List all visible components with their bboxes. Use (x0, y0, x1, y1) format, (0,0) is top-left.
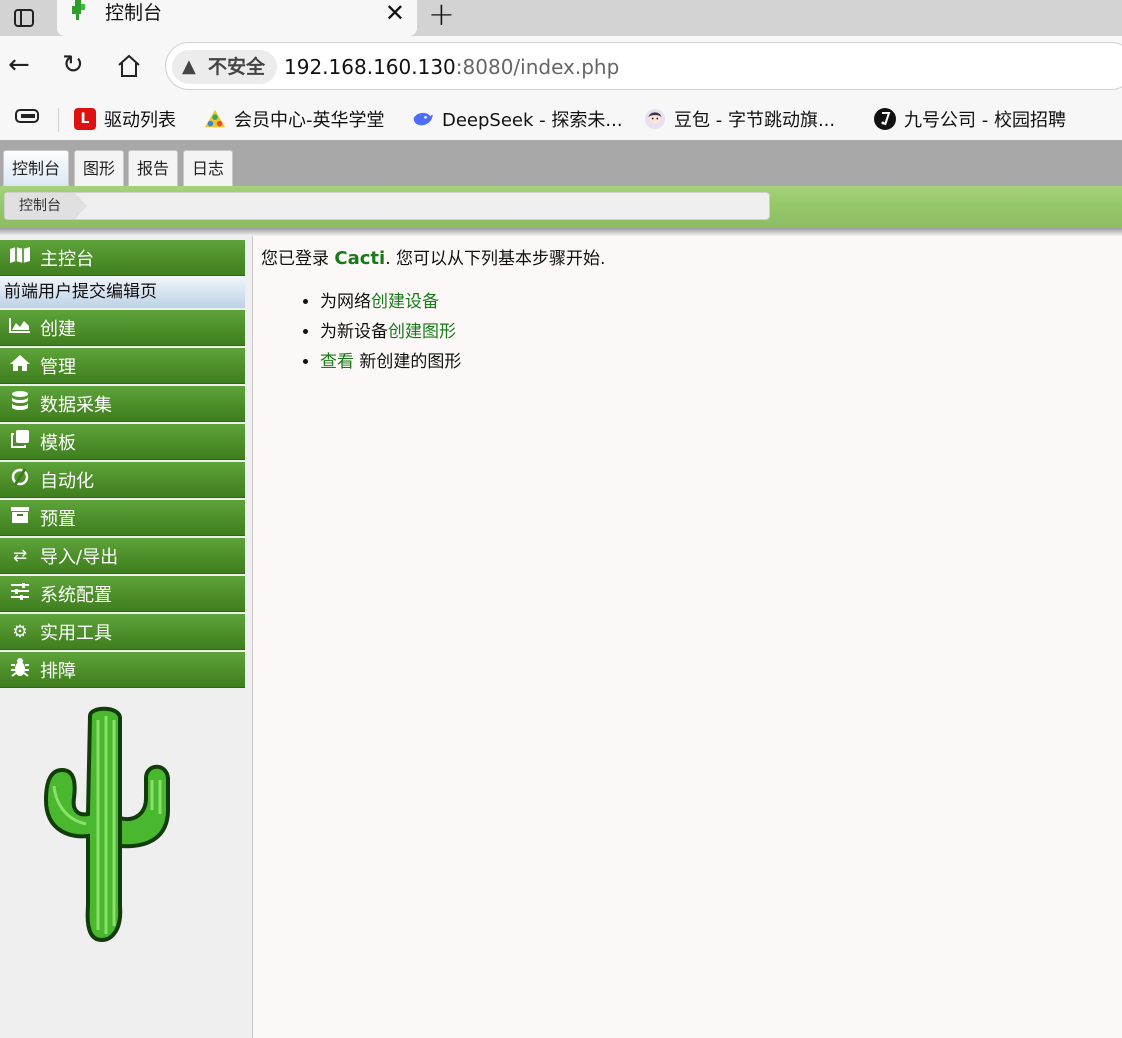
deepseek-icon (412, 108, 434, 130)
welcome-message: 您已登录 Cacti. 您可以从下列基本步骤开始. (261, 248, 606, 269)
sidebar-submenu-frontend-edit[interactable]: 前端用户提交编辑页 (0, 276, 245, 308)
list-item: 查看 新创建的图形 (320, 350, 461, 380)
sidebar-item-manage[interactable]: 管理 (0, 348, 245, 384)
tab-graphs[interactable]: 图形 (74, 150, 125, 186)
new-tab-icon[interactable]: + (428, 0, 455, 33)
view-graphs-link[interactable]: 查看 (320, 352, 354, 372)
bookmark-apps-icon[interactable] (14, 105, 40, 127)
brand-name: Cacti (334, 248, 386, 269)
sidebar-item-import-export[interactable]: ⇄ 导入/导出 (0, 538, 245, 574)
sidebar-item-main-console[interactable]: 主控台 (0, 240, 245, 276)
browser-tab-title: 控制台 (105, 2, 163, 24)
archive-icon (0, 506, 40, 529)
bookmark-item[interactable]: 九号公司 - 校园招聘 (874, 106, 1066, 132)
bookmark-item[interactable]: L 驱动列表 (74, 106, 176, 132)
sidebar-item-settings[interactable]: 系统配置 (0, 576, 245, 612)
getting-started-list: 为网络创建设备 为新设备创建图形 查看 新创建的图形 (320, 290, 461, 380)
main-content: 您已登录 Cacti. 您可以从下列基本步骤开始. 为网络创建设备 为新设备创建… (254, 236, 1122, 1038)
home-icon[interactable] (116, 54, 142, 78)
area-chart-icon (0, 317, 40, 338)
list-item: 为新设备创建图形 (320, 320, 461, 350)
tab-actions-icon[interactable] (0, 0, 48, 36)
security-indicator[interactable]: ▲ 不安全 (172, 50, 278, 84)
browser-tab-active[interactable]: 控制台 ✕ (57, 0, 417, 36)
create-devices-link[interactable]: 创建设备 (371, 292, 439, 312)
band-shadow (0, 228, 1122, 236)
cacti-top-tabs: 控制台 图形 报告 日志 (0, 140, 1122, 186)
ninebot-icon (874, 108, 896, 130)
breadcrumb-band: 控制台 (0, 186, 1122, 228)
sidebar-item-utilities[interactable]: ⚙ 实用工具 (0, 614, 245, 650)
browser-nav-bar: ← ↻ ▲ 不安全 192.168.160.130:8080/index.php (0, 36, 1122, 96)
sidebar-item-create[interactable]: 创建 (0, 310, 245, 346)
copy-icon (0, 429, 40, 454)
sidebar: 主控台 前端用户提交编辑页 创建 管理 数据采集 模板 自动化 预置 ⇄ 导入/… (0, 236, 253, 1038)
automation-icon (0, 467, 40, 492)
breadcrumb-item-console[interactable]: 控制台 (5, 193, 87, 219)
tab-reports[interactable]: 报告 (128, 150, 179, 186)
bookmarks-bar: L 驱动列表 会员中心-英华学堂 DeepSeek - 探索未... 豆包 - … (0, 96, 1122, 140)
bookmark-item[interactable]: DeepSeek - 探索未... (412, 106, 623, 132)
list-item: 为网络创建设备 (320, 290, 461, 320)
map-icon (0, 246, 40, 269)
gears-icon: ⚙ (12, 621, 28, 642)
bookmark-item[interactable]: 豆包 - 字节跳动旗... (644, 106, 835, 132)
reload-icon[interactable]: ↻ (62, 50, 84, 80)
bookmark-item[interactable]: 会员中心-英华学堂 (204, 106, 385, 132)
browser-tab-strip: 控制台 ✕ + (0, 0, 1122, 36)
back-icon[interactable]: ← (8, 50, 30, 80)
url-text[interactable]: 192.168.160.130:8080/index.php (284, 55, 619, 79)
address-bar[interactable]: ▲ 不安全 192.168.160.130:8080/index.php (165, 42, 1122, 90)
close-tab-icon[interactable]: ✕ (385, 0, 405, 27)
breadcrumb: 控制台 (4, 192, 770, 220)
bug-icon (0, 657, 40, 682)
create-graphs-link[interactable]: 创建图形 (388, 322, 456, 342)
database-icon (0, 391, 40, 416)
sliders-icon (0, 582, 40, 605)
sidebar-item-troubleshooting[interactable]: 排障 (0, 652, 245, 688)
warning-icon: ▲ (182, 56, 196, 77)
l-icon: L (74, 108, 96, 130)
sidebar-item-presets[interactable]: 预置 (0, 500, 245, 536)
sidebar-item-templates[interactable]: 模板 (0, 424, 245, 460)
home-icon (0, 354, 40, 377)
tab-console[interactable]: 控制台 (3, 150, 70, 186)
yinghua-icon (204, 108, 226, 130)
exchange-icon: ⇄ (12, 545, 28, 566)
bookmark-separator (58, 108, 59, 132)
cacti-logo (43, 706, 170, 942)
sidebar-item-data-collection[interactable]: 数据采集 (0, 386, 245, 422)
doubao-icon (644, 108, 666, 130)
sidebar-item-automation[interactable]: 自动化 (0, 462, 245, 498)
cacti-favicon-icon (72, 0, 85, 20)
tab-logs[interactable]: 日志 (183, 150, 234, 186)
